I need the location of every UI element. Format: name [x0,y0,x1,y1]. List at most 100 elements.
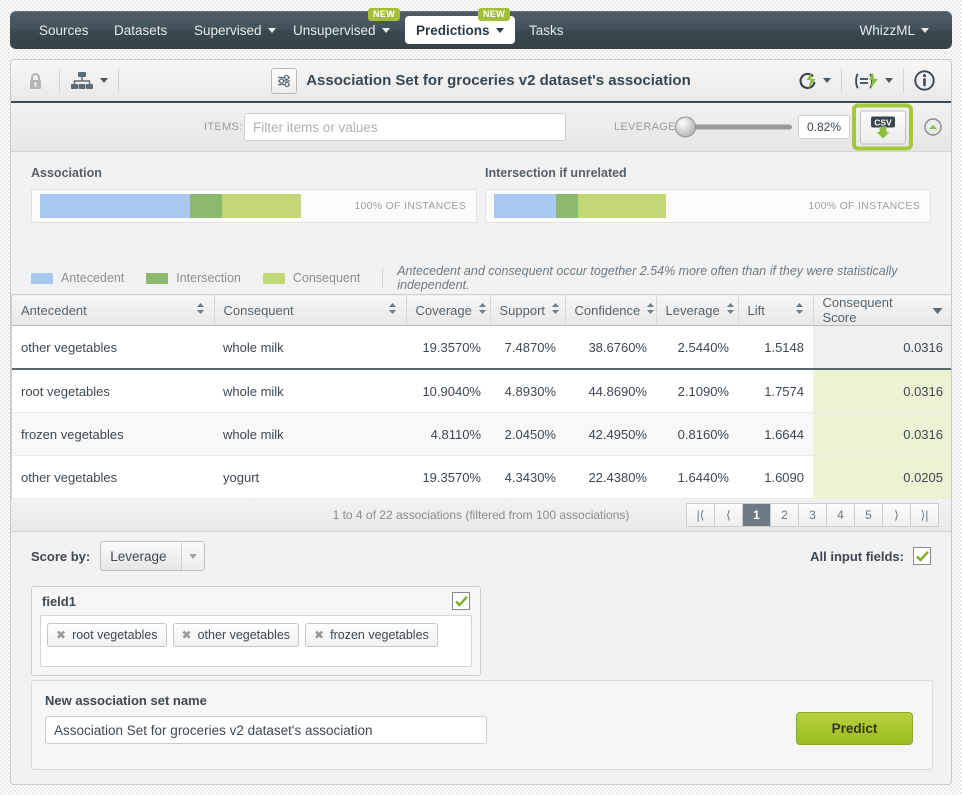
field-tag[interactable]: ✖ frozen vegetables [305,623,438,647]
legend-swatch-icon [262,272,285,284]
remove-tag-icon[interactable]: ✖ [314,629,324,641]
toolbar-divider [118,68,119,93]
pager-prev-button[interactable]: ⟨ [714,503,742,527]
all-input-fields-label: All input fields: [810,548,904,564]
bar-segment-intersection [556,194,578,218]
column-header-support[interactable]: Support [490,294,566,326]
cell-confidence: 22.4380% [565,455,656,499]
lock-button[interactable] [11,60,59,101]
title-bar-actions [787,60,951,101]
nav-item-label: Unsupervised [293,22,376,38]
column-header-coverage[interactable]: Coverage [406,294,491,326]
nav-item-supervised[interactable]: Supervised [183,11,287,49]
field-tag-area[interactable]: ✖ root vegetables ✖ other vegetables ✖ f… [40,615,472,667]
table-row[interactable]: frozen vegetables whole milk 4.8110% 2.0… [12,412,951,456]
sort-desc-icon [932,303,943,318]
cell-antecedent: root vegetables [12,369,214,413]
cell-support: 2.0450% [490,412,565,456]
bar-segment-intersection [190,194,222,218]
bar-segment-consequent [578,194,666,218]
legend-label: Consequent [292,271,361,285]
batch-action-button[interactable] [842,60,903,101]
resource-title-bar: Association Set for groceries v2 dataset… [11,60,951,103]
collapse-panel-button[interactable] [924,118,942,136]
column-header-confidence[interactable]: Confidence [565,294,657,326]
bar-segment-antecedent [40,194,190,218]
sort-icon [551,302,560,318]
column-label: Coverage [415,302,472,318]
column-header-consequent[interactable]: Consequent [214,294,407,326]
field-tag[interactable]: ✖ other vegetables [172,623,300,647]
associations-table-wrap: Antecedent Consequent Coverage Support C… [11,294,951,499]
equals-lightning-icon [855,72,878,89]
cell-consequent: yogurt [214,455,406,499]
pager-page-1[interactable]: 1 [742,503,770,527]
legend-item-antecedent: Antecedent [31,271,124,285]
cell-leverage: 0.8160% [656,412,738,456]
cell-support: 4.3430% [490,455,565,499]
filter-toolbar: ITEMS: LEVERAGE: 0.82% CSV [11,103,951,152]
pagination-bar: 1 to 4 of 22 associations (filtered from… [11,499,951,532]
info-button[interactable] [904,60,951,101]
pager-page-4[interactable]: 4 [826,503,854,527]
predict-button[interactable]: Predict [796,712,913,745]
nav-item-datasets[interactable]: Datasets [103,11,178,49]
field-checkbox[interactable] [452,592,470,610]
all-input-fields-checkbox[interactable] [913,547,931,565]
items-filter-input[interactable] [244,113,566,141]
chevron-down-icon [381,27,390,33]
cell-coverage: 19.3570% [406,325,490,370]
new-association-set-name-label: New association set name [45,693,207,708]
nav-item-sources[interactable]: Sources [28,11,100,49]
resource-tree-button[interactable] [60,60,118,101]
field-selector-box: field1 ✖ root vegetables ✖ other vegetab… [31,586,481,676]
pager-first-button[interactable]: |⟨ [686,503,714,527]
chevron-down-icon [267,27,276,33]
pager-next-button[interactable]: ⟩ [882,503,910,527]
bar-caption: 100% OF INSTANCES [808,200,920,212]
field-name: field1 [42,593,76,609]
csv-download-button[interactable]: CSV [859,110,906,144]
remove-tag-icon[interactable]: ✖ [56,629,66,641]
checkmark-icon [454,595,468,607]
column-header-antecedent[interactable]: Antecedent [12,294,215,326]
cell-consequent-score: 0.0316 [813,412,951,456]
cell-leverage: 1.6440% [656,455,738,499]
cell-coverage: 10.9040% [406,369,490,413]
leverage-slider-handle[interactable] [675,116,696,138]
table-body: other vegetables whole milk 19.3570% 7.4… [12,325,951,499]
bar-caption: 100% OF INSTANCES [354,200,466,212]
nav-item-tasks[interactable]: Tasks [518,11,575,49]
cell-leverage: 2.1090% [656,369,738,413]
sort-icon [196,302,205,318]
page-title: Association Set for groceries v2 dataset… [306,72,691,89]
nav-item-label: Datasets [114,22,168,38]
table-row[interactable]: other vegetables whole milk 19.3570% 7.4… [12,325,951,370]
sort-icon [478,302,487,318]
table-row[interactable]: root vegetables whole milk 10.9040% 4.89… [12,369,951,413]
lock-icon [29,72,41,89]
pager-page-2[interactable]: 2 [770,503,798,527]
collapse-up-icon [924,118,942,136]
cell-lift: 1.7574 [738,369,813,413]
pager-page-3[interactable]: 3 [798,503,826,527]
field-tag[interactable]: ✖ root vegetables [47,623,167,647]
legend: Antecedent Intersection Consequent Antec… [11,262,951,294]
chevron-down-icon[interactable] [181,542,205,570]
nav-item-whizzml[interactable]: WhizzML [848,11,940,49]
column-header-leverage[interactable]: Leverage [656,294,739,326]
pager-last-button[interactable]: ⟩| [910,503,939,527]
table-row[interactable]: other vegetables yogurt 19.3570% 4.3430%… [12,455,951,499]
column-header-lift[interactable]: Lift [738,294,814,326]
legend-item-intersection: Intersection [146,271,241,285]
remove-tag-icon[interactable]: ✖ [182,629,192,641]
pager-page-5[interactable]: 5 [854,503,882,527]
new-association-set-name-input[interactable] [45,716,487,744]
resource-tree-icon [70,71,93,89]
column-header-consequent-score[interactable]: Consequent Score [813,294,951,326]
refresh-action-button[interactable] [787,60,841,101]
stacked-bar [494,194,666,218]
cell-lift: 1.6090 [738,455,813,499]
column-label: Lift [747,302,765,318]
score-by-select[interactable]: Leverage [100,541,206,571]
